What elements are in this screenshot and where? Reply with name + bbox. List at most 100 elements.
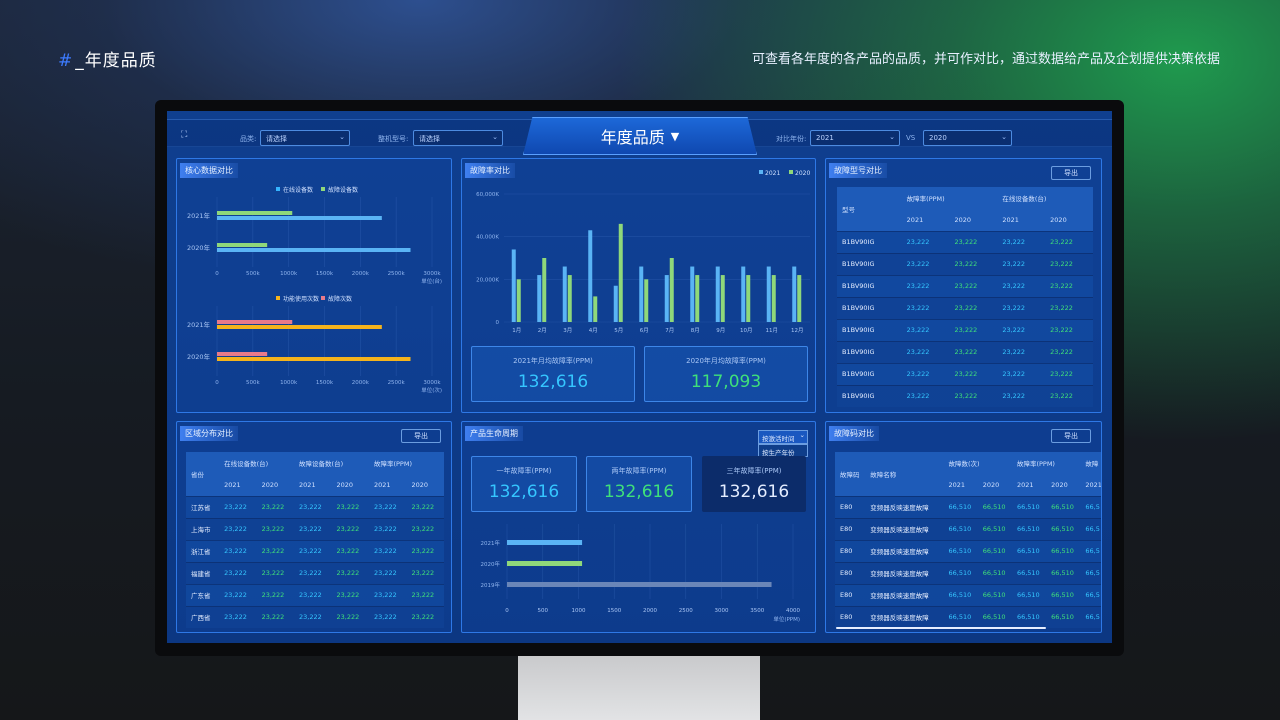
table-cell: E80 xyxy=(835,583,866,606)
bar-2021 xyxy=(613,285,618,322)
region-table: 省份 在线设备数(台) 故障设备数(台) 故障率(PPM) 2021 2020 2021 20… xyxy=(186,452,444,628)
dashboard-title-dropdown[interactable]: 年度品质 ▼ xyxy=(523,117,757,155)
export-button[interactable]: 导出 xyxy=(401,429,441,443)
year-a-select[interactable]: 2021 ⌄ xyxy=(810,130,900,146)
table-cell: 66,510 xyxy=(977,517,1012,540)
core-data-panel: 核心数据对比 在线设备数 故障设备数 0 500k 1000k 1500k 2000k 250… xyxy=(176,158,452,413)
tick-label: 0 xyxy=(505,608,509,614)
table-cell: 23,222 xyxy=(256,517,295,540)
bar xyxy=(217,216,382,220)
table-cell: 23,222 xyxy=(368,495,407,518)
model-select[interactable]: 请选择 ⌄ xyxy=(413,130,503,146)
unit-label: 单位(次) xyxy=(421,386,442,394)
table-cell: 66,510 xyxy=(943,561,978,584)
fault-code-title: 故障码对比 xyxy=(829,426,879,441)
table-cell: 66,510 xyxy=(943,517,978,540)
table-cell: 23,222 xyxy=(368,583,407,606)
kpi-2021-value: 132,616 xyxy=(517,372,589,392)
table-cell: 23,222 xyxy=(331,495,369,518)
bar xyxy=(507,561,583,566)
kpi-two-year-label: 两年故障率(PPM) xyxy=(611,467,667,475)
bar-2021 xyxy=(639,266,644,322)
table-cell: E80 xyxy=(835,561,866,584)
table-cell: 23,222 xyxy=(997,252,1046,275)
table-cell: 66,510 xyxy=(1011,539,1047,562)
tick-label: 1500 xyxy=(607,608,621,614)
fullscreen-icon[interactable]: ⛶ xyxy=(181,130,187,140)
table-cell: 23,222 xyxy=(219,539,257,562)
bar xyxy=(217,325,382,329)
table-cell: 23,222 xyxy=(256,539,295,562)
table-cell: 23,222 xyxy=(949,252,998,275)
tick-label: 0 xyxy=(215,380,219,386)
table-cell: 66,510 xyxy=(977,495,1012,518)
table-cell: 23,222 xyxy=(949,318,998,341)
tick-label: 1500k xyxy=(316,271,334,277)
table-cell: 23,222 xyxy=(294,517,332,540)
table-cell: 23,222 xyxy=(219,605,257,628)
kpi-2020-value: 117,093 xyxy=(690,372,762,392)
column-header: 故障 xyxy=(1080,452,1101,474)
table-row: B1BV90IG 23,222 23,222 23,222 23,222 xyxy=(837,384,1093,407)
tick-label: 2000 xyxy=(643,608,657,614)
bar-2021 xyxy=(792,266,797,322)
table-cell: 23,222 xyxy=(901,384,950,407)
table-cell: 66,510 xyxy=(977,539,1012,562)
kpi-three-year-value: 132,616 xyxy=(718,482,790,502)
kpi-three-year-label: 三年故障率(PPM) xyxy=(726,467,782,475)
table-cell: 23,222 xyxy=(256,605,295,628)
table-cell: 23,222 xyxy=(331,583,369,606)
y-tick-label: 0 xyxy=(496,320,500,326)
table-cell: 上海市 xyxy=(186,517,220,540)
tick-label: 2500 xyxy=(679,608,693,614)
fault-rate-panel: 故障率对比 2021 2020 0 20,000K 40,000K 60,000K 1月 2月… xyxy=(461,158,816,413)
tick-label: 4000 xyxy=(786,608,800,614)
table-cell: 23,222 xyxy=(901,296,950,319)
table-cell: 66,510 xyxy=(943,495,978,518)
table-cell: 66,510 xyxy=(943,605,978,628)
table-cell: 66,5 xyxy=(1080,561,1101,584)
month-label: 1月 xyxy=(512,327,521,334)
legend-label: 功能使用次数 xyxy=(283,295,319,303)
column-header: 型号 xyxy=(837,187,902,231)
table-cell: 变频器反映速度故障 xyxy=(865,539,944,562)
table-cell: 66,510 xyxy=(1046,495,1081,518)
column-header: 省份 xyxy=(186,452,220,496)
table-row: E80 变频器反映速度故障 66,510 66,510 66,510 66,510 66,5 xyxy=(835,561,1101,584)
export-button[interactable]: 导出 xyxy=(1051,166,1091,180)
table-cell: 23,222 xyxy=(997,230,1046,253)
category-label: 2021年 xyxy=(481,539,501,547)
lifecycle-sort-select[interactable]: 按激活时间 ⌄ xyxy=(758,430,808,444)
table-row: 广东省 23,222 23,222 23,222 23,222 23,222 23,222 xyxy=(186,583,444,606)
chevron-down-icon: ⌄ xyxy=(799,431,805,439)
table-cell: 23,222 xyxy=(256,495,295,518)
category-label: 2019年 xyxy=(481,581,501,589)
month-label: 3月 xyxy=(563,327,572,334)
year-b-select[interactable]: 2020 ⌄ xyxy=(923,130,1012,146)
export-button[interactable]: 导出 xyxy=(1051,429,1091,443)
bar-2020 xyxy=(797,275,802,322)
legend-swatch xyxy=(321,296,325,300)
tick-label: 1000k xyxy=(280,380,298,386)
lifecycle-chart: 0 500 1000 1500 2000 2500 3000 3500 4000单位(PPM) 2… xyxy=(481,524,800,623)
table-cell: 变频器反映速度故障 xyxy=(865,605,944,628)
horizontal-scrollbar[interactable] xyxy=(836,627,1046,629)
column-header: 故障码 xyxy=(835,452,866,496)
kpi-one-year: 一年故障率(PPM) 132,616 xyxy=(471,456,577,512)
category-select[interactable]: 请选择 ⌄ xyxy=(260,130,350,146)
table-cell: 23,222 xyxy=(949,362,998,385)
year-header: 2020 xyxy=(406,474,444,496)
month-label: 7月 xyxy=(665,327,674,334)
table-cell: 23,222 xyxy=(368,605,407,628)
table-cell: 23,222 xyxy=(294,495,332,518)
table-cell: 23,222 xyxy=(331,561,369,584)
bar xyxy=(217,248,411,252)
kpi-2021-label: 2021年月均故障率(PPM) xyxy=(513,357,593,365)
table-cell: 变频器反映速度故障 xyxy=(865,495,944,518)
month-label: 6月 xyxy=(640,327,649,334)
chevron-down-icon: ⌄ xyxy=(889,133,895,141)
kpi-2020-avg: 2020年月均故障率(PPM) 117,093 xyxy=(644,346,808,402)
table-cell: 23,222 xyxy=(294,539,332,562)
month-label: 2月 xyxy=(538,327,547,334)
table-row: B1BV90IG 23,222 23,222 23,222 23,222 xyxy=(837,340,1093,363)
